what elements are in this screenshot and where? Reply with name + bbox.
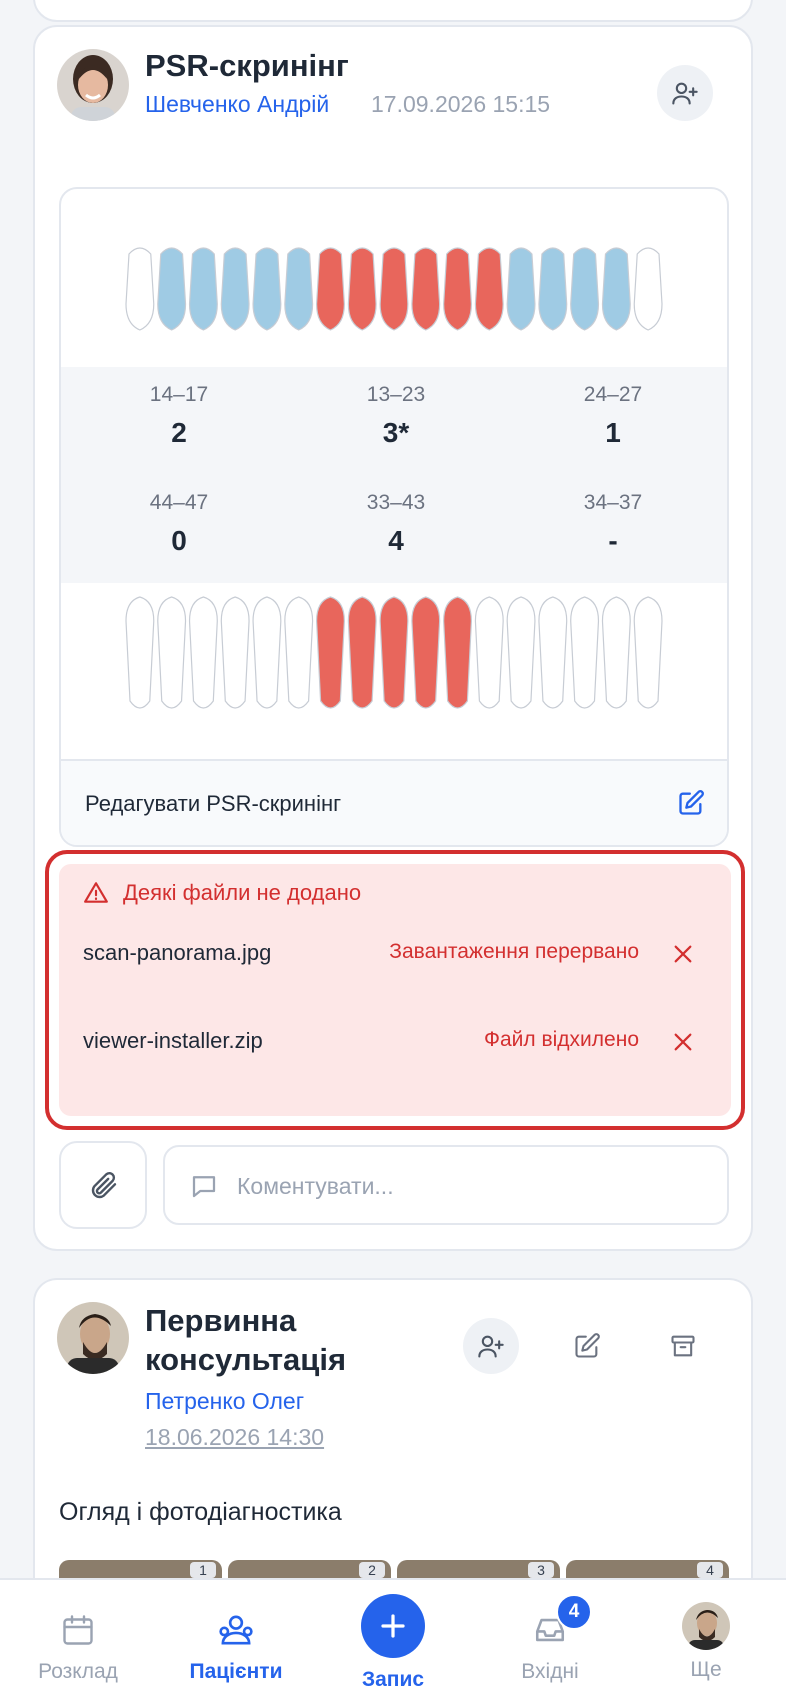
comment-icon bbox=[189, 1171, 219, 1206]
doctor-avatar bbox=[57, 49, 129, 121]
author-link[interactable]: Петренко Олег bbox=[145, 1388, 304, 1415]
upper-tooth bbox=[188, 247, 218, 331]
lower-tooth bbox=[474, 596, 504, 709]
lower-tooth bbox=[570, 596, 600, 709]
edit-icon[interactable] bbox=[677, 789, 705, 822]
paperclip-icon bbox=[91, 1172, 117, 1199]
upper-teeth-diagram bbox=[61, 244, 727, 344]
card-title: PSR-скринінг bbox=[145, 48, 349, 83]
lower-tooth bbox=[347, 596, 377, 709]
card-title-line2: консультація bbox=[145, 1342, 347, 1377]
upper-tooth bbox=[570, 247, 600, 331]
file-name: viewer-installer.zip bbox=[83, 1028, 263, 1053]
calendar-icon bbox=[63, 1615, 93, 1645]
lower-tooth bbox=[315, 596, 345, 709]
upper-tooth bbox=[220, 247, 250, 331]
dismiss-file-button[interactable] bbox=[663, 934, 703, 974]
record-date: 18.06.2026 14:30 bbox=[145, 1424, 325, 1450]
tab-inbox[interactable]: 4 Вхідні bbox=[480, 1594, 620, 1684]
upper-tooth bbox=[443, 247, 473, 331]
tab-patients[interactable]: Пацієнти bbox=[166, 1610, 306, 1684]
edit-icon bbox=[575, 1333, 600, 1358]
user-plus-icon bbox=[478, 1335, 504, 1358]
lower-teeth-diagram bbox=[61, 591, 727, 721]
lower-tooth bbox=[411, 596, 441, 709]
add-appointment-button[interactable] bbox=[361, 1594, 425, 1658]
consultation-card: Первинна консультація Петренко Олег 18.0… bbox=[33, 1278, 753, 1620]
author-link[interactable]: Шевченко Андрій bbox=[145, 91, 329, 118]
failed-file-row: scan-panorama.jpg Завантаження перервано bbox=[83, 934, 703, 974]
card-title-line1: Первинна bbox=[145, 1303, 297, 1338]
score-33-43: 33–43 4 bbox=[366, 491, 426, 556]
doctor-avatar bbox=[57, 1302, 129, 1374]
bottom-tab-bar: Розклад Пацієнти Запис 4 Вхідні Ще bbox=[0, 1578, 786, 1704]
failed-file-row: viewer-installer.zip Файл відхилено bbox=[83, 1022, 703, 1062]
close-icon bbox=[674, 1033, 692, 1051]
error-title: Деякі файли не додано bbox=[123, 880, 362, 905]
lower-tooth bbox=[220, 596, 250, 709]
upper-tooth bbox=[506, 247, 536, 331]
record-date: 17.09.2026 15:15 bbox=[371, 91, 551, 117]
lower-tooth bbox=[284, 596, 314, 709]
file-status: Завантаження перервано bbox=[389, 940, 639, 963]
tab-schedule[interactable]: Розклад bbox=[8, 1610, 148, 1684]
upper-tooth bbox=[633, 247, 663, 331]
lower-tooth bbox=[601, 596, 631, 709]
file-status: Файл відхилено bbox=[484, 1028, 639, 1051]
assign-user-button[interactable] bbox=[657, 65, 713, 121]
user-plus-icon bbox=[672, 82, 698, 105]
upper-tooth bbox=[538, 247, 568, 331]
score-34-37: 34–37- bbox=[583, 491, 643, 556]
inbox-badge: 4 bbox=[556, 1594, 592, 1630]
score-24-27: 24–27 1 bbox=[583, 383, 643, 448]
lower-tooth bbox=[538, 596, 568, 709]
upper-tooth bbox=[157, 247, 187, 331]
close-icon bbox=[674, 945, 692, 963]
lower-tooth bbox=[125, 596, 155, 709]
archive-button[interactable] bbox=[655, 1318, 711, 1374]
attach-file-button[interactable] bbox=[59, 1141, 147, 1229]
upper-tooth bbox=[411, 247, 441, 331]
upper-tooth bbox=[284, 247, 314, 331]
edit-psr-label: Редагувати PSR-скринінг bbox=[85, 791, 342, 816]
record-description: Огляд і фотодіагностика bbox=[59, 1498, 342, 1526]
lower-tooth bbox=[506, 596, 536, 709]
upper-tooth bbox=[474, 247, 504, 331]
upper-tooth bbox=[125, 247, 155, 331]
user-avatar bbox=[682, 1602, 730, 1650]
tab-more[interactable]: Ще bbox=[636, 1602, 776, 1682]
previous-card bbox=[33, 0, 753, 22]
psr-screening-card: PSR-скринінг Шевченко Андрій 17.09.2026 … bbox=[33, 25, 753, 1251]
warning-icon bbox=[84, 882, 108, 903]
error-header: Деякі файли не додано bbox=[83, 880, 361, 906]
lower-tooth bbox=[379, 596, 409, 709]
score-44-47: 44–47 0 bbox=[149, 491, 209, 556]
psr-scores: 14–17 2 13–23 3* 24–27 1 44–47 0 33–43 4 34–3… bbox=[61, 367, 727, 583]
upper-tooth bbox=[347, 247, 377, 331]
psr-chart: 14–17 2 13–23 3* 24–27 1 44–47 0 33–43 4 34–3… bbox=[59, 187, 729, 847]
dismiss-file-button[interactable] bbox=[663, 1022, 703, 1062]
comment-input[interactable]: Коментувати... bbox=[163, 1145, 729, 1225]
assign-user-button[interactable] bbox=[463, 1318, 519, 1374]
score-13-23: 13–23 3* bbox=[366, 383, 426, 448]
tab-add-appointment[interactable]: Запис bbox=[323, 1594, 463, 1692]
lower-tooth bbox=[633, 596, 663, 709]
lower-tooth bbox=[157, 596, 187, 709]
file-name: scan-panorama.jpg bbox=[83, 940, 272, 965]
upload-error-panel: Деякі файли не додано scan-panorama.jpg … bbox=[45, 850, 745, 1130]
upper-tooth bbox=[315, 247, 345, 331]
upper-tooth bbox=[601, 247, 631, 331]
lower-tooth bbox=[252, 596, 282, 709]
plus-icon bbox=[381, 1614, 405, 1638]
lower-tooth bbox=[188, 596, 218, 709]
edit-button[interactable] bbox=[559, 1318, 615, 1374]
lower-tooth bbox=[443, 596, 473, 709]
edit-psr-row[interactable]: Редагувати PSR-скринінг bbox=[61, 759, 727, 845]
archive-icon bbox=[671, 1335, 695, 1357]
patients-icon bbox=[219, 1615, 253, 1645]
score-14-17: 14–17 2 bbox=[149, 383, 209, 448]
upper-tooth bbox=[379, 247, 409, 331]
upper-tooth bbox=[252, 247, 282, 331]
comment-placeholder: Коментувати... bbox=[237, 1173, 394, 1199]
